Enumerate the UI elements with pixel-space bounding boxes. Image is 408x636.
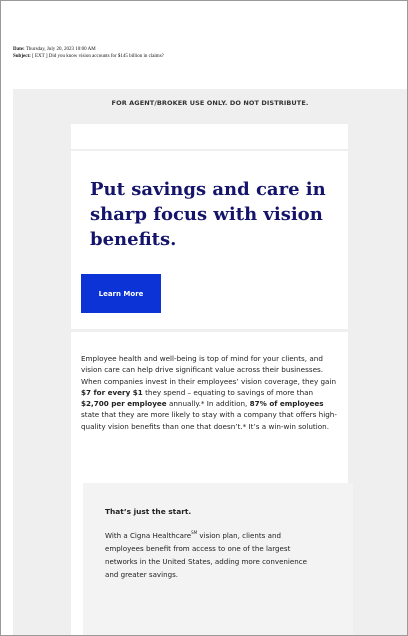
intro-bold-1: $7 for every $1 <box>81 387 143 397</box>
subject-value: [ EXT ] Did you know vision accounts for… <box>32 54 164 59</box>
date-line: Date: Thursday, July 20, 2023 10:00 AM <box>13 46 393 53</box>
intro-text-1: Employee health and well-being is top of… <box>81 354 337 386</box>
intro-text-2: they spend – equating to savings of more… <box>142 387 314 397</box>
content-card: Employee health and well-being is top of… <box>71 332 353 635</box>
callout-text-1: With a Cigna Healthcare <box>105 531 192 540</box>
hero-card: Put savings and care in sharp focus with… <box>71 151 348 329</box>
learn-more-button[interactable]: Learn More <box>81 274 161 313</box>
intro-text-4: state that they are more likely to stay … <box>81 410 337 431</box>
callout-title: That’s just the start. <box>105 507 192 516</box>
email-header: Date: Thursday, July 20, 2023 10:00 AM S… <box>13 46 393 60</box>
intro-bold-2: $2,700 per employee <box>81 399 167 409</box>
hero-headline: Put savings and care in sharp focus with… <box>90 179 326 250</box>
top-spacer-card <box>71 124 348 149</box>
intro-bold-3: 87% of employees <box>249 399 324 409</box>
intro-paragraph: Employee health and well-being is top of… <box>81 353 343 432</box>
subject-label: Subject: <box>13 54 31 59</box>
distribution-notice: FOR AGENT/BROKER USE ONLY. DO NOT DISTRI… <box>111 99 309 107</box>
date-value: Thursday, July 20, 2023 10:00 AM <box>25 47 96 52</box>
email-window: Date: Thursday, July 20, 2023 10:00 AM S… <box>0 0 408 636</box>
subject-line: Subject: [ EXT ] Did you know vision acc… <box>13 53 393 60</box>
date-label: Date: <box>13 47 25 52</box>
callout-text: With a Cigna HealthcareSM vision plan, c… <box>105 526 315 581</box>
callout-box: That’s just the start. With a Cigna Heal… <box>83 483 353 635</box>
intro-text-3: annually.* In addition, <box>166 399 250 409</box>
email-body-background: FOR AGENT/BROKER USE ONLY. DO NOT DISTRI… <box>13 89 407 635</box>
